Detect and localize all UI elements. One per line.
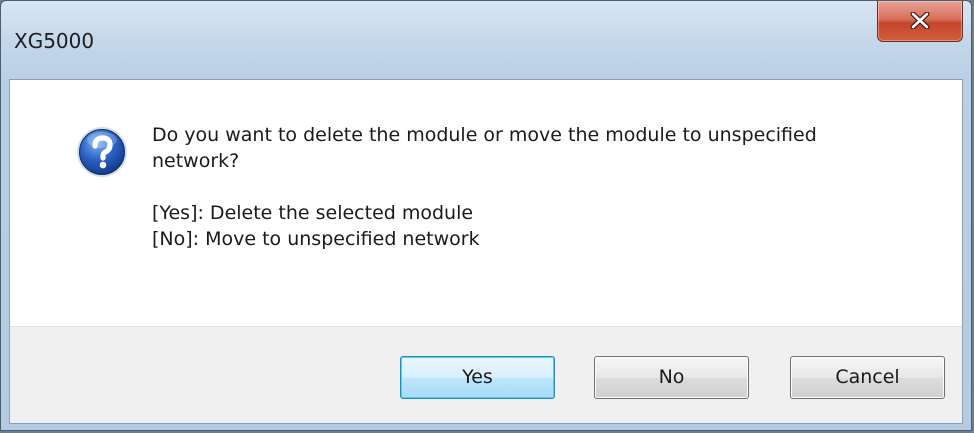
message-option-no: [No]: Move to unspecified network [152, 228, 480, 250]
dialog-message: Do you want to delete the module or move… [152, 122, 932, 252]
dialog-body: Do you want to delete the module or move… [9, 79, 963, 424]
no-button[interactable]: No [594, 356, 749, 399]
question-icon [77, 127, 127, 177]
dialog-window: XG5000 Do you want to delete the module … [0, 0, 972, 431]
cancel-button[interactable]: Cancel [790, 356, 945, 399]
message-line-2: network? [152, 150, 240, 172]
message-option-yes: [Yes]: Delete the selected module [152, 202, 474, 224]
close-icon [910, 12, 930, 29]
button-bar: Yes No Cancel [10, 326, 962, 423]
message-line-1: Do you want to delete the module or move… [152, 124, 817, 146]
title-bar[interactable]: XG5000 [1, 1, 971, 79]
message-area: Do you want to delete the module or move… [10, 80, 962, 326]
close-button[interactable] [877, 1, 963, 42]
yes-button[interactable]: Yes [400, 356, 555, 399]
window-title: XG5000 [14, 29, 95, 53]
